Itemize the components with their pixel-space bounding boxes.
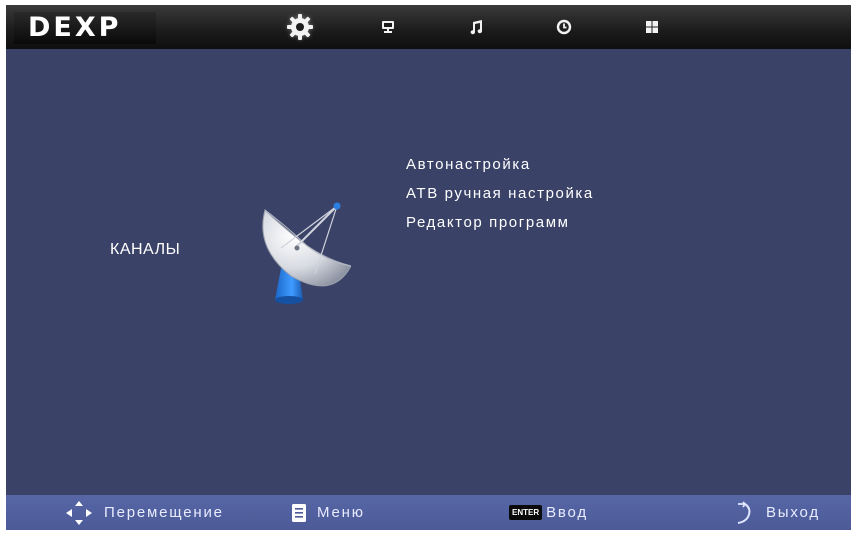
section-title: КАНАЛЫ bbox=[110, 241, 181, 258]
channels-menu: Автонастройка АТВ ручная настройка Редак… bbox=[406, 155, 594, 242]
gear-icon bbox=[287, 14, 313, 40]
hint-exit-label: Выход bbox=[766, 504, 820, 521]
tab-apps[interactable] bbox=[630, 5, 674, 49]
hint-enter-label: Ввод bbox=[546, 504, 588, 521]
tab-settings[interactable] bbox=[278, 5, 322, 49]
clock-icon bbox=[556, 19, 572, 35]
return-arrow-icon bbox=[737, 500, 751, 524]
menu-item-atv-manual-tuning[interactable]: АТВ ручная настройка bbox=[406, 184, 594, 213]
hint-menu: Меню bbox=[291, 495, 365, 530]
hint-move-label: Перемещение bbox=[104, 504, 224, 521]
tab-picture[interactable] bbox=[366, 5, 410, 49]
satellite-dish-icon bbox=[262, 202, 351, 304]
hint-enter: ENTER Ввод bbox=[509, 495, 588, 530]
hint-exit: Выход bbox=[734, 495, 820, 530]
monitor-icon bbox=[382, 21, 394, 33]
tv-screen: DEXP КАНАЛЫ Автонастройка АТВ ручная нас… bbox=[6, 5, 851, 530]
direction-arrows-icon bbox=[66, 500, 92, 525]
bottom-hint-bar: Перемещение Меню ENTER Ввод Выход bbox=[6, 495, 851, 530]
menu-item-program-editor[interactable]: Редактор программ bbox=[406, 213, 594, 242]
top-bar: DEXP bbox=[6, 5, 851, 49]
hint-menu-label: Меню bbox=[317, 504, 365, 521]
tab-time[interactable] bbox=[542, 5, 586, 49]
tab-sound[interactable] bbox=[454, 5, 498, 49]
music-note-icon bbox=[470, 20, 483, 35]
grid-icon bbox=[646, 21, 658, 33]
enter-key-icon: ENTER bbox=[509, 505, 543, 520]
menu-item-auto-tuning[interactable]: Автонастройка bbox=[406, 155, 594, 184]
menu-page-icon bbox=[292, 503, 306, 522]
hint-move: Перемещение bbox=[64, 495, 224, 530]
dexp-logo: DEXP bbox=[14, 12, 156, 44]
